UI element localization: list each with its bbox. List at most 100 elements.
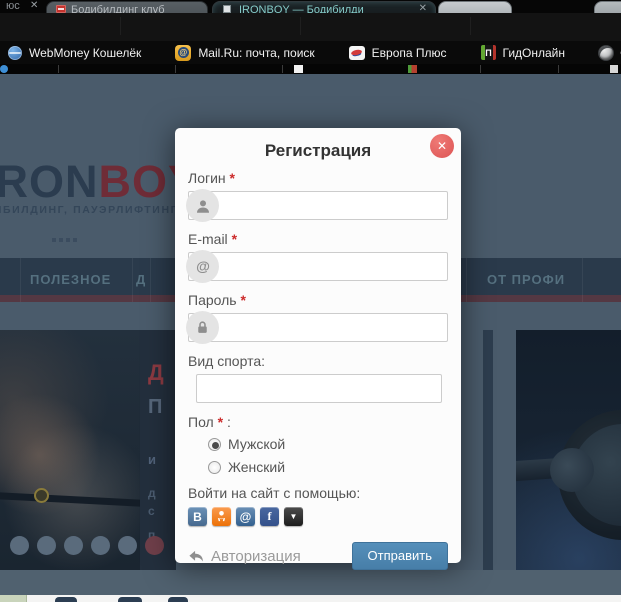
bookmark-webmoney[interactable]: WebMoney Кошелёк bbox=[8, 45, 142, 60]
label-text: Пароль bbox=[188, 292, 237, 308]
sport-input[interactable] bbox=[196, 374, 442, 403]
email-label: E-mail * bbox=[188, 231, 448, 247]
modal-bottom-row: Авторизация Отправить bbox=[188, 542, 448, 570]
page-top-strip bbox=[0, 64, 621, 74]
tab-close-icon[interactable]: ✕ bbox=[30, 0, 38, 11]
authorization-link[interactable]: Авторизация bbox=[188, 548, 301, 565]
hero-text-fragment: П bbox=[148, 396, 163, 418]
article-thumbnail bbox=[0, 595, 27, 602]
browser-toolbar-band bbox=[0, 13, 621, 41]
email-field-wrap: @ bbox=[186, 250, 448, 283]
slider-dot[interactable] bbox=[64, 536, 83, 555]
dumbbell-hub bbox=[550, 448, 594, 492]
slider-dot[interactable] bbox=[91, 536, 110, 555]
hero-text-fragment: д bbox=[148, 486, 156, 500]
submit-button[interactable]: Отправить bbox=[351, 542, 448, 570]
gender-option-male[interactable]: Мужской bbox=[208, 436, 448, 452]
nav-item-poleznoe[interactable]: ПОЛЕЗНОЕ bbox=[30, 272, 111, 287]
tab-close-icon[interactable]: ✕ bbox=[419, 3, 427, 13]
bookmark-label: Европа Плюс bbox=[371, 45, 447, 60]
modal-close-button[interactable]: ✕ bbox=[430, 134, 454, 158]
bookmark-football[interactable]: Футбольные онлайн bbox=[599, 45, 621, 60]
slider-dot[interactable] bbox=[118, 536, 137, 555]
mailru-at-icon: @ bbox=[175, 44, 192, 61]
hero-text-fragment: и bbox=[148, 452, 156, 467]
football-icon bbox=[599, 45, 614, 60]
modal-title: Регистрация bbox=[264, 141, 372, 160]
social-login-label: Войти на сайт с помощью: bbox=[188, 485, 361, 501]
required-asterisk: * bbox=[240, 292, 246, 308]
headline-fragment bbox=[168, 597, 188, 602]
login-label: Логин * bbox=[188, 170, 448, 186]
registration-modal: ✕ Регистрация Логин * E-mail * @ Пароль … bbox=[175, 128, 461, 570]
gidonline-icon: П bbox=[480, 45, 496, 60]
vk-icon[interactable]: В bbox=[188, 507, 207, 526]
facebook-icon[interactable]: f bbox=[260, 507, 279, 526]
headline-fragment bbox=[118, 597, 142, 602]
radio-label: Мужской bbox=[228, 436, 286, 452]
hero-photo-left bbox=[0, 330, 146, 570]
required-asterisk: * bbox=[231, 231, 238, 247]
nav-item-ot-profi[interactable]: ОТ ПРОФИ bbox=[487, 272, 565, 287]
registration-form: Логин * E-mail * @ Пароль * Вид спорта: … bbox=[175, 170, 461, 570]
webmoney-globe-icon bbox=[8, 45, 22, 60]
mailru-login-icon[interactable]: @ bbox=[236, 507, 255, 526]
odnoklassniki-icon[interactable] bbox=[212, 507, 231, 526]
at-glyph: @ bbox=[177, 47, 189, 58]
bookmark-label: Mail.Ru: почта, поиск bbox=[198, 45, 315, 60]
hero-text-fragment: с bbox=[148, 504, 155, 518]
strip-blue-icon bbox=[0, 65, 8, 73]
social-login-row: В @ f ▼ bbox=[188, 507, 448, 526]
nav-item-cut[interactable]: Д bbox=[136, 272, 146, 287]
hero-gap bbox=[460, 330, 516, 570]
browser-tab-partial[interactable] bbox=[438, 1, 512, 13]
tab-favicon-icon bbox=[56, 5, 66, 13]
headline-fragment bbox=[55, 597, 77, 602]
required-asterisk: * bbox=[217, 414, 224, 430]
europa-plus-icon bbox=[348, 45, 365, 60]
browser-tab-inactive[interactable]: Бодибилдинг клуб bbox=[46, 1, 208, 13]
login-input[interactable] bbox=[188, 191, 448, 220]
logo-dots bbox=[52, 238, 77, 242]
hero-text-fragment: Д bbox=[148, 360, 164, 385]
colon: : bbox=[226, 414, 231, 430]
bookmarks-bar: WebMoney Кошелёк @ Mail.Ru: почта, поиск… bbox=[0, 41, 621, 64]
sport-label: Вид спорта: bbox=[188, 353, 448, 369]
gender-option-female[interactable]: Женский bbox=[208, 459, 448, 475]
strip-color-icon bbox=[408, 65, 417, 73]
radio-label: Женский bbox=[228, 459, 286, 475]
login-field-wrap bbox=[186, 189, 448, 222]
slider-dots bbox=[10, 536, 164, 555]
logo-part1: IRON bbox=[0, 156, 99, 207]
page-icon bbox=[223, 5, 231, 13]
bookmark-mailru[interactable]: @ Mail.Ru: почта, поиск bbox=[175, 44, 315, 61]
slider-dot[interactable] bbox=[10, 536, 29, 555]
email-input[interactable] bbox=[188, 252, 448, 281]
bookmark-label: WebMoney Кошелёк bbox=[29, 45, 142, 60]
bookmark-europa-plus[interactable]: Европа Плюс bbox=[348, 45, 447, 60]
label-text: Логин bbox=[188, 170, 226, 186]
lock-icon bbox=[186, 311, 219, 344]
password-field-wrap bbox=[186, 311, 448, 344]
browser-tab-corner[interactable] bbox=[594, 1, 621, 13]
hero-photo-dumbbell bbox=[516, 330, 621, 570]
slider-dot[interactable] bbox=[37, 536, 56, 555]
browser-tab-active[interactable]: IRONBOY — Бодибилди ✕ bbox=[212, 1, 436, 13]
authorization-link-text: Авторизация bbox=[211, 547, 301, 565]
label-text: E-mail bbox=[188, 231, 228, 247]
label-text: Вид спорта: bbox=[188, 353, 265, 369]
radio-female[interactable] bbox=[208, 460, 221, 474]
gender-label-row: Пол * : bbox=[188, 414, 448, 430]
bookmark-gidonline[interactable]: П ГидОнлайн bbox=[480, 45, 565, 60]
screenshot-root: юс ✕ Бодибилдинг клуб IRONBOY — Бодибилд… bbox=[0, 0, 621, 602]
more-providers-icon[interactable]: ▼ bbox=[284, 507, 303, 526]
content-section-top bbox=[0, 595, 621, 602]
required-asterisk: * bbox=[229, 170, 235, 186]
password-input[interactable] bbox=[188, 313, 448, 342]
user-icon bbox=[186, 189, 219, 222]
barbell-bar bbox=[0, 492, 146, 507]
radio-male[interactable] bbox=[208, 437, 221, 451]
strip-right-icon bbox=[610, 65, 618, 73]
password-label: Пароль * bbox=[188, 292, 448, 308]
slider-dot-active[interactable] bbox=[145, 536, 164, 555]
